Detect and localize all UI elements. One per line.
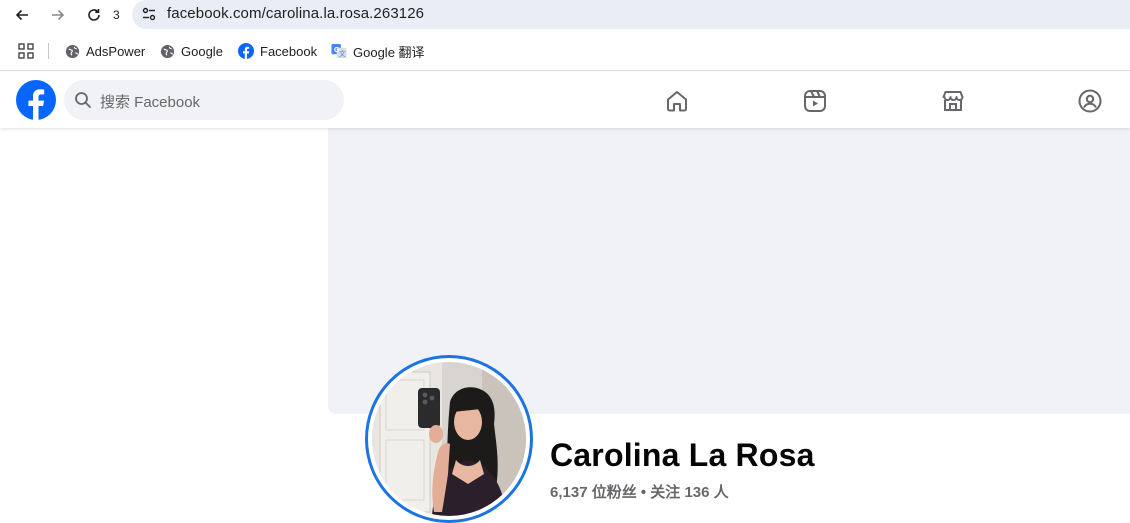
facebook-logo-icon[interactable] [16, 80, 56, 120]
profile-avatar[interactable] [365, 355, 533, 523]
arrow-left-icon [15, 9, 28, 21]
bookmark-label: Google 翻译 [353, 44, 425, 60]
address-bar[interactable]: facebook.com/carolina.la.rosa.263126 [132, 0, 1130, 29]
facebook-icon [238, 43, 254, 59]
profile-name: Carolina La Rosa [550, 437, 815, 473]
bookmarks-bar: AdsPower Google Facebook G 文 Google 翻译 [0, 31, 1130, 71]
home-icon[interactable] [664, 88, 690, 114]
profile-followers-stats[interactable]: 6,137 位粉丝 • 关注 136 人 [550, 481, 729, 502]
bookmark-label: Google [181, 43, 223, 59]
avatar-photo [372, 362, 526, 516]
site-info-button[interactable] [138, 3, 160, 25]
groups-icon[interactable] [1077, 88, 1103, 114]
facebook-search-input[interactable]: 搜索 Facebook [64, 80, 344, 120]
bookmark-google-translate[interactable]: G 文 Google 翻译 [331, 41, 425, 61]
browser-toolbar: 3 facebook.com/carolina.la.rosa.263126 [0, 0, 1130, 31]
svg-text:文: 文 [339, 49, 346, 58]
bookmark-adspower[interactable]: AdsPower [64, 41, 145, 61]
bookmark-label: Facebook [260, 43, 318, 59]
bookmarks-separator [48, 43, 49, 59]
reels-icon[interactable] [802, 88, 828, 114]
globe-icon [159, 43, 175, 59]
search-placeholder: 搜索 Facebook [100, 94, 201, 111]
back-button[interactable] [10, 3, 34, 27]
apps-grid-icon[interactable] [18, 43, 34, 59]
bookmark-label: AdsPower [86, 43, 146, 59]
forward-button[interactable] [46, 3, 70, 27]
search-icon [75, 92, 91, 108]
marketplace-icon[interactable] [940, 88, 966, 114]
url-text[interactable]: facebook.com/carolina.la.rosa.263126 [167, 5, 424, 22]
reload-button[interactable] [82, 3, 106, 27]
facebook-header: 搜索 Facebook [0, 72, 1130, 128]
globe-icon [64, 43, 80, 59]
bookmark-google[interactable]: Google [159, 41, 223, 61]
arrow-right-icon [52, 9, 65, 21]
tune-icon [142, 7, 156, 21]
reload-icon [88, 9, 100, 21]
bookmark-facebook[interactable]: Facebook [238, 41, 317, 61]
reload-count: 3 [113, 8, 120, 22]
google-translate-icon: G 文 [331, 43, 347, 59]
